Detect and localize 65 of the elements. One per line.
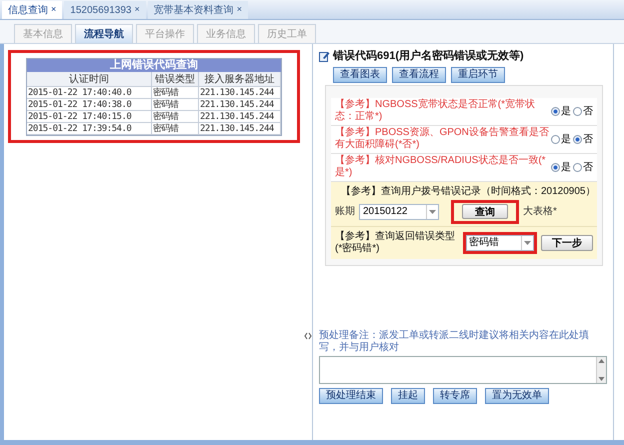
table-cell: 密码错 [152,99,199,111]
subtab[interactable]: 流程导航 [75,24,133,43]
close-icon[interactable]: × [134,3,140,17]
table-cell: 密码错 [152,111,199,123]
panel-title: 错误代码691(用户名密码错误或无效等) [333,48,524,64]
step-question: 【参考】查询返回错误类型(*密码错*) [335,230,456,254]
action-button[interactable]: 置为无效单 [485,388,549,404]
radio-label: 是 [561,132,571,146]
close-icon[interactable]: × [51,3,56,17]
scroll-up-icon[interactable] [597,357,606,365]
error-type-select[interactable]: 密码错 [466,234,534,250]
remark-textarea[interactable] [319,356,607,384]
table-cell: 221.130.145.244 [199,111,281,123]
action-button[interactable]: 预处理结束 [319,388,383,404]
close-icon[interactable]: × [236,3,242,17]
scroll-down-icon[interactable] [597,375,606,383]
tab-label: 15205691393 [70,4,132,18]
table-cell: 221.130.145.244 [199,123,281,135]
field-label: 账期 [335,204,355,219]
table-cell: 2015-01-22 17:40:40.0 [27,87,152,99]
radio-button[interactable] [573,162,582,172]
table-cell: 2015-01-22 17:39:54.0 [27,123,152,135]
step-question: 【参考】查询用户拨号错误记录（时间格式：20120905） [341,184,596,198]
hint-text: 大表格* [523,204,557,219]
tab-label: 信息查询 [8,4,48,18]
table-cell: 221.130.145.244 [199,87,281,99]
action-button[interactable]: 查看图表 [333,66,387,82]
action-button[interactable]: 查看流程 [392,66,446,82]
action-button[interactable]: 重启环节 [451,66,505,82]
next-button[interactable]: 下一步 [541,234,593,250]
table-cell: 221.130.145.244 [199,99,281,111]
radio-label: 否 [583,132,593,146]
radio-label: 否 [583,104,593,118]
radio-label: 是 [561,160,571,174]
step-question: 【参考】核对NGBOSS/RADIUS状态是否一致(*是*) [335,155,547,179]
table-title: 上网错误代码查询 [27,59,281,72]
radio-button[interactable] [573,134,582,144]
dropdown-caret-icon [429,210,436,214]
tab[interactable]: 信息查询 × [2,1,62,19]
step-question: 【参考】NGBOSS宽带状态是否正常(*宽带状态：正常*) [335,99,536,123]
table-cell: 密码错 [152,123,199,135]
table-cell: 2015-01-22 17:40:38.0 [27,99,152,111]
radio-button[interactable] [551,134,560,144]
tab-label: 宽带基本资料查询 [154,4,234,18]
radio-button[interactable] [573,106,582,116]
splitter-arrows-icon[interactable] [304,332,312,340]
tab[interactable]: 15205691393 × [64,1,146,19]
radio-label: 否 [583,160,593,174]
column-header: 错误类型 [152,72,199,87]
radio-button[interactable] [551,162,560,172]
dropdown-caret-icon [524,240,531,244]
table-cell: 2015-01-22 17:40:15.0 [27,111,152,123]
action-button[interactable]: 转专席 [433,388,477,404]
column-header: 认证时间 [27,72,152,87]
step-question: 【参考】PBOSS资源、GPON设备告警查看是否有大面积障碍(*否*) [335,127,549,151]
edit-icon [319,50,330,62]
query-button[interactable]: 查询 [462,204,508,218]
radio-label: 是 [561,104,571,118]
date-field[interactable]: 20150122 [359,204,439,220]
tab[interactable]: 宽带基本资料查询 × [148,1,248,19]
remark-label: 预处理备注：派发工单或转派二线时建议将相关内容在此处填写，并与用户核对 [319,330,590,354]
table-cell: 密码错 [152,87,199,99]
column-header: 接入服务器地址 [199,72,281,87]
radio-button[interactable] [551,106,560,116]
action-button[interactable]: 挂起 [391,388,425,404]
